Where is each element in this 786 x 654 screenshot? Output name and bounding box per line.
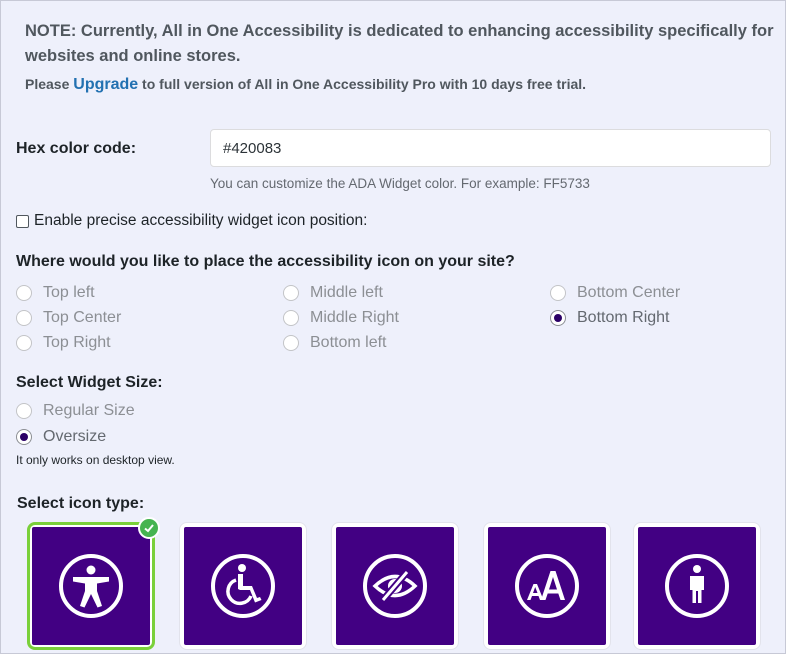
precise-position-checkbox[interactable] bbox=[16, 214, 29, 228]
placement-option-middle-left[interactable]: Middle left bbox=[283, 284, 383, 302]
icon-background bbox=[184, 527, 302, 645]
selected-check-icon bbox=[138, 517, 160, 539]
placement-option-label: Top Center bbox=[43, 309, 122, 326]
radio-button[interactable] bbox=[550, 285, 566, 301]
placement-option-label: Top Right bbox=[43, 334, 111, 351]
radio-button-checked[interactable] bbox=[550, 310, 566, 326]
settings-panel: NOTE: Currently, All in One Accessibilit… bbox=[0, 0, 786, 654]
placement-option-bottom-center[interactable]: Bottom Center bbox=[550, 284, 680, 302]
hex-color-input[interactable] bbox=[210, 129, 771, 167]
widget-size-oversize[interactable]: Oversize bbox=[16, 428, 106, 446]
icon-option-standing-person[interactable] bbox=[633, 522, 761, 650]
placement-option-bottom-right[interactable]: Bottom Right bbox=[550, 309, 669, 327]
icon-option-accessibility-person[interactable] bbox=[27, 522, 155, 650]
placement-title: Where would you like to place the access… bbox=[16, 253, 515, 270]
radio-button-checked[interactable] bbox=[16, 429, 32, 445]
icon-type-title: Select icon type: bbox=[17, 495, 145, 512]
placement-option-top-left[interactable]: Top left bbox=[16, 284, 95, 302]
radio-button[interactable] bbox=[16, 285, 32, 301]
icon-background bbox=[488, 527, 606, 645]
notice-text: NOTE: Currently, All in One Accessibilit… bbox=[25, 22, 774, 65]
upgrade-link[interactable]: Upgrade bbox=[73, 76, 138, 93]
widget-size-note: It only works on desktop view. bbox=[16, 453, 175, 467]
eye-slash-icon bbox=[363, 554, 427, 618]
precise-position-row[interactable]: Enable precise accessibility widget icon… bbox=[16, 212, 367, 230]
widget-size-label: Regular Size bbox=[43, 402, 135, 419]
upgrade-suffix: to full version of All in One Accessibil… bbox=[138, 76, 587, 92]
wheelchair-icon bbox=[211, 554, 275, 618]
widget-size-title: Select Widget Size: bbox=[16, 374, 163, 391]
radio-button[interactable] bbox=[283, 285, 299, 301]
radio-button[interactable] bbox=[16, 310, 32, 326]
accessibility-person-icon bbox=[59, 554, 123, 618]
text-size-aa-icon bbox=[515, 554, 579, 618]
placement-option-label: Bottom Right bbox=[577, 309, 670, 326]
placement-option-bottom-left[interactable]: Bottom left bbox=[283, 334, 386, 352]
placement-option-top-center[interactable]: Top Center bbox=[16, 309, 121, 327]
icon-background bbox=[336, 527, 454, 645]
placement-option-label: Middle left bbox=[310, 284, 383, 301]
placement-option-label: Middle Right bbox=[310, 309, 399, 326]
upgrade-notice: Please Upgrade to full version of All in… bbox=[25, 76, 586, 94]
precise-position-label: Enable precise accessibility widget icon… bbox=[34, 212, 368, 229]
hex-color-label: Hex color code: bbox=[16, 140, 137, 157]
icon-option-eye-slash[interactable] bbox=[331, 522, 459, 650]
radio-button[interactable] bbox=[16, 335, 32, 351]
radio-button[interactable] bbox=[16, 403, 32, 419]
placement-option-label: Top left bbox=[43, 284, 95, 301]
upgrade-prefix: Please bbox=[25, 76, 74, 92]
hex-color-help: You can customize the ADA Widget color. … bbox=[210, 176, 590, 191]
widget-size-label: Oversize bbox=[43, 428, 107, 445]
radio-button[interactable] bbox=[283, 335, 299, 351]
placement-option-label: Bottom left bbox=[310, 334, 387, 351]
icon-background bbox=[638, 527, 756, 645]
standing-person-icon bbox=[665, 554, 729, 618]
icon-option-text-size[interactable] bbox=[483, 522, 611, 650]
icon-option-wheelchair[interactable] bbox=[179, 522, 307, 650]
placement-option-middle-right[interactable]: Middle Right bbox=[283, 309, 399, 327]
placement-option-label: Bottom Center bbox=[577, 284, 681, 301]
placement-option-top-right[interactable]: Top Right bbox=[16, 334, 111, 352]
widget-size-regular[interactable]: Regular Size bbox=[16, 402, 135, 420]
icon-background bbox=[32, 527, 150, 645]
radio-button[interactable] bbox=[283, 310, 299, 326]
